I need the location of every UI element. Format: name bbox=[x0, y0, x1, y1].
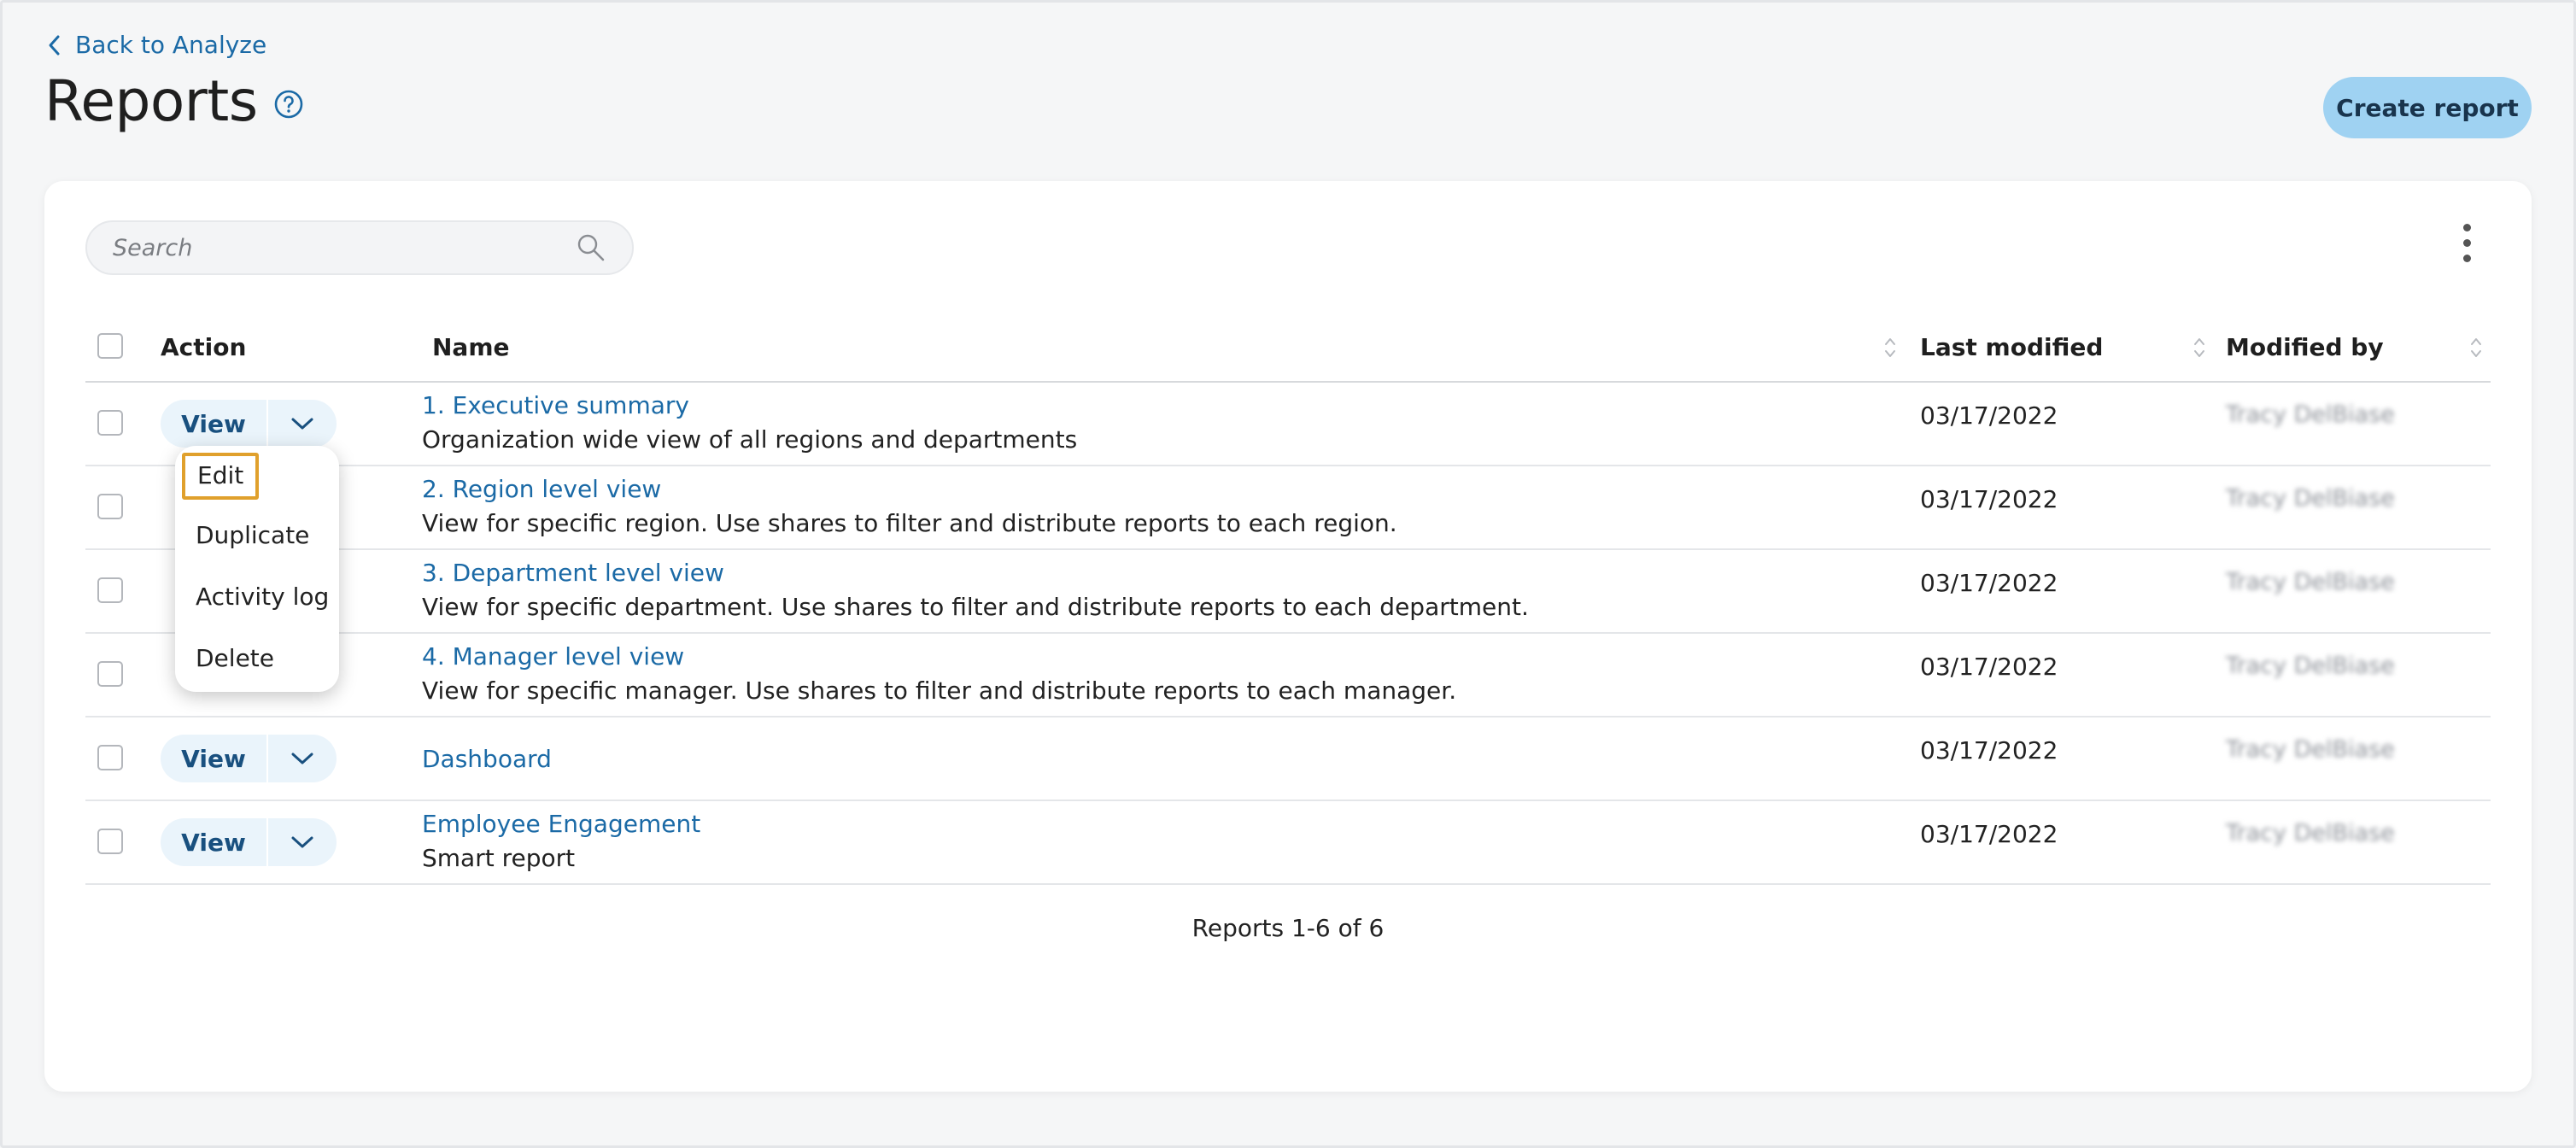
sort-name-icon[interactable] bbox=[1882, 335, 1898, 360]
report-name-link[interactable]: 2. Region level view bbox=[422, 475, 661, 503]
pagination-summary: Reports 1-6 of 6 bbox=[1191, 914, 1385, 942]
back-to-analyze-link[interactable]: Back to Analyze bbox=[46, 31, 266, 59]
modified-by-name: Tracy DelBiase bbox=[2226, 820, 2395, 846]
reports-table: Action Name Last modified Modified by Vi… bbox=[85, 309, 2491, 885]
modified-by-name: Tracy DelBiase bbox=[2226, 401, 2395, 428]
report-description: View for specific department. Use shares… bbox=[422, 593, 1529, 621]
more-options-icon[interactable] bbox=[2458, 224, 2475, 266]
select-all-checkbox[interactable] bbox=[97, 333, 123, 359]
row-checkbox[interactable] bbox=[97, 661, 123, 687]
sort-modified-by-icon[interactable] bbox=[2468, 335, 2484, 360]
last-modified-date: 03/17/2022 bbox=[1920, 653, 2058, 681]
table-row: View 1. Executive summary Organization w… bbox=[85, 383, 2491, 466]
column-header-last-modified[interactable]: Last modified bbox=[1920, 333, 2103, 361]
modified-by-name: Tracy DelBiase bbox=[2226, 653, 2395, 679]
view-split-button: View bbox=[161, 818, 337, 866]
table-row: View Employee Engagement Smart report 03… bbox=[85, 801, 2491, 885]
report-name-link[interactable]: 3. Department level view bbox=[422, 559, 724, 587]
row-checkbox[interactable] bbox=[97, 494, 123, 519]
view-button[interactable]: View bbox=[161, 818, 268, 866]
report-description: Organization wide view of all regions an… bbox=[422, 425, 1078, 454]
view-split-button: View bbox=[161, 735, 337, 782]
last-modified-date: 03/17/2022 bbox=[1920, 485, 2058, 513]
modified-by-name: Tracy DelBiase bbox=[2226, 569, 2395, 595]
last-modified-date: 03/17/2022 bbox=[1920, 401, 2058, 430]
column-header-name[interactable]: Name bbox=[432, 333, 510, 361]
report-description: View for specific manager. Use shares to… bbox=[422, 676, 1457, 705]
action-menu-toggle[interactable] bbox=[268, 735, 337, 782]
menu-item-delete[interactable]: Delete bbox=[196, 644, 274, 672]
chevron-down-icon bbox=[291, 836, 313, 848]
action-menu-toggle[interactable] bbox=[268, 400, 337, 448]
search-bar bbox=[85, 220, 634, 275]
row-checkbox[interactable] bbox=[97, 829, 123, 854]
create-report-button[interactable]: Create report bbox=[2323, 77, 2532, 138]
row-checkbox[interactable] bbox=[97, 577, 123, 603]
modified-by-name: Tracy DelBiase bbox=[2226, 736, 2395, 763]
menu-item-duplicate[interactable]: Duplicate bbox=[196, 521, 309, 549]
report-name-link[interactable]: Employee Engagement bbox=[422, 810, 700, 838]
report-description: View for specific region. Use shares to … bbox=[422, 509, 1397, 537]
view-button[interactable]: View bbox=[161, 735, 268, 782]
report-name-link[interactable]: Dashboard bbox=[422, 745, 552, 773]
page-title: Reports bbox=[44, 68, 258, 134]
row-checkbox[interactable] bbox=[97, 410, 123, 436]
last-modified-date: 03/17/2022 bbox=[1920, 569, 2058, 597]
table-row: 2. Region level view View for specific r… bbox=[85, 466, 2491, 550]
report-description: Smart report bbox=[422, 844, 576, 872]
row-actions-dropdown: Edit Duplicate Activity log Delete bbox=[175, 446, 339, 692]
chevron-left-icon bbox=[49, 35, 60, 55]
page-header: Reports bbox=[44, 68, 304, 134]
reports-card: Action Name Last modified Modified by Vi… bbox=[44, 181, 2532, 1092]
view-button[interactable]: View bbox=[161, 400, 268, 448]
menu-item-activity-log[interactable]: Activity log bbox=[196, 583, 329, 611]
menu-item-edit[interactable]: Edit bbox=[182, 453, 260, 500]
sort-last-modified-icon[interactable] bbox=[2192, 335, 2207, 360]
table-header: Action Name Last modified Modified by bbox=[85, 309, 2491, 383]
last-modified-date: 03/17/2022 bbox=[1920, 736, 2058, 764]
report-name-link[interactable]: 4. Manager level view bbox=[422, 642, 684, 671]
help-icon[interactable] bbox=[273, 80, 304, 123]
chevron-down-icon bbox=[291, 418, 313, 430]
action-menu-toggle[interactable] bbox=[268, 818, 337, 866]
table-row: 3. Department level view View for specif… bbox=[85, 550, 2491, 634]
modified-by-name: Tracy DelBiase bbox=[2226, 485, 2395, 512]
column-header-action: Action bbox=[161, 333, 247, 361]
column-header-modified-by[interactable]: Modified by bbox=[2226, 333, 2384, 361]
view-split-button: View bbox=[161, 400, 337, 448]
row-checkbox[interactable] bbox=[97, 745, 123, 770]
search-icon[interactable] bbox=[576, 232, 606, 263]
table-row: 4. Manager level view View for specific … bbox=[85, 634, 2491, 718]
report-name-link[interactable]: 1. Executive summary bbox=[422, 391, 689, 419]
chevron-down-icon bbox=[291, 753, 313, 764]
search-input[interactable] bbox=[113, 234, 576, 261]
back-link-label: Back to Analyze bbox=[75, 31, 267, 59]
table-row: View Dashboard 03/17/2022 Tracy DelBiase bbox=[85, 718, 2491, 801]
last-modified-date: 03/17/2022 bbox=[1920, 820, 2058, 848]
